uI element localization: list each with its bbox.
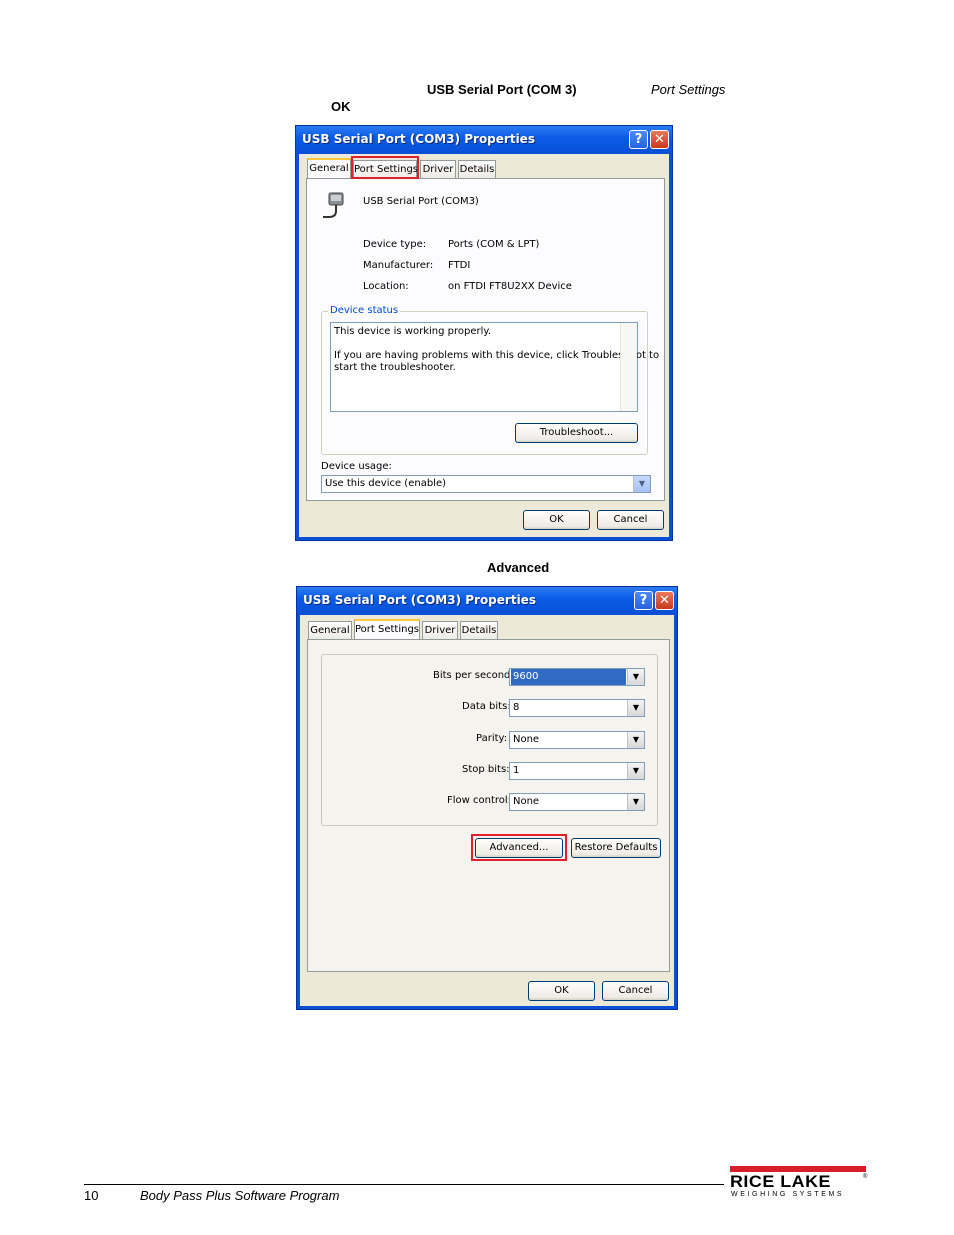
cancel-button[interactable]: Cancel (602, 981, 669, 1001)
manufacturer-label: Manufacturer: (363, 260, 434, 271)
page-number: 10 (84, 1188, 99, 1203)
device-type-label: Device type: (363, 239, 427, 250)
bits-per-second-label: Bits per second: (433, 670, 514, 681)
footer-rule (84, 1184, 724, 1185)
help-icon[interactable]: ? (634, 591, 653, 610)
tab-driver[interactable]: Driver (420, 160, 456, 178)
tab-port-settings[interactable]: Port Settings (354, 619, 420, 639)
tab-panel: Bits per second: 9600 ▼ Data bits: 8 ▼ P… (307, 639, 670, 972)
device-usage-value: Use this device (enable) (325, 478, 447, 489)
chevron-down-icon[interactable]: ▼ (633, 476, 650, 492)
ok-button[interactable]: OK (528, 981, 595, 1001)
status-line-1: This device is working properly. (334, 326, 492, 337)
cancel-button[interactable]: Cancel (597, 510, 664, 530)
chevron-down-icon[interactable]: ▼ (627, 732, 644, 748)
device-usage-select[interactable]: Use this device (enable) ▼ (321, 475, 651, 493)
status-textarea[interactable]: This device is working properly. If you … (330, 322, 659, 412)
status-line-2: If you are having problems with this dev… (334, 350, 660, 361)
usb-port-text: USB Serial Port (COM 3) (427, 82, 577, 97)
stop-bits-value: 1 (513, 765, 520, 776)
manufacturer-value: FTDI (448, 260, 471, 271)
bits-per-second-select[interactable]: 9600 ▼ (509, 668, 645, 686)
location-label: Location: (363, 281, 409, 292)
troubleshoot-button[interactable]: Troubleshoot... (515, 423, 638, 443)
tab-general[interactable]: General (308, 621, 352, 639)
data-bits-select[interactable]: 8 ▼ (509, 699, 645, 717)
bits-per-second-value: 9600 (511, 669, 626, 685)
chevron-down-icon[interactable]: ▼ (627, 763, 644, 779)
dialog-title: USB Serial Port (COM3) Properties (302, 132, 535, 146)
flow-control-value: None (513, 796, 540, 807)
tab-panel: USB Serial Port (COM3) Device type: Port… (306, 178, 665, 501)
close-icon[interactable]: ✕ (650, 130, 669, 149)
tab-details[interactable]: Details (460, 621, 498, 639)
logo-sub-text: WEIGHING SYSTEMS (731, 1191, 845, 1198)
logo-registered-mark: ® (863, 1174, 868, 1180)
chevron-down-icon[interactable]: ▼ (627, 794, 644, 810)
close-icon[interactable]: ✕ (655, 591, 674, 610)
parity-value: None (513, 734, 540, 745)
ok-text: OK (331, 99, 351, 114)
dialog-client: USB Serial Port (COM3) Device type: Port… (299, 154, 669, 537)
tab-general[interactable]: General (307, 158, 351, 178)
dialog-title: USB Serial Port (COM3) Properties (303, 593, 536, 607)
ok-button[interactable]: OK (523, 510, 590, 530)
stop-bits-select[interactable]: 1 ▼ (509, 762, 645, 780)
chevron-down-icon[interactable]: ▼ (627, 700, 644, 716)
properties-dialog-general: USB Serial Port (COM3) Properties ? ✕ US… (295, 125, 673, 541)
restore-defaults-button[interactable]: Restore Defaults (571, 838, 661, 858)
status-line-3: start the troubleshooter. (334, 362, 456, 373)
document-title: Body Pass Plus Software Program (140, 1188, 340, 1203)
tab-details[interactable]: Details (458, 160, 496, 178)
stop-bits-label: Stop bits: (462, 764, 510, 775)
device-status-title: Device status (328, 305, 401, 316)
rice-lake-logo: RICE LAKE ® WEIGHING SYSTEMS (730, 1166, 870, 1200)
device-type-value: Ports (COM & LPT) (448, 239, 540, 250)
location-value: on FTDI FT8U2XX Device (448, 281, 572, 292)
title-bar: USB Serial Port (COM3) Properties ? ✕ (296, 126, 672, 154)
advanced-highlight (471, 834, 567, 861)
advanced-text: Advanced (487, 560, 550, 575)
port-settings-highlight (351, 156, 419, 179)
tab-driver[interactable]: Driver (422, 621, 458, 639)
device-name: USB Serial Port (COM3) (363, 196, 479, 207)
title-bar: USB Serial Port (COM3) Properties ? ✕ (297, 587, 677, 615)
flow-control-label: Flow control: (447, 795, 512, 806)
serial-port-icon (323, 192, 344, 218)
logo-main-text: RICE LAKE (730, 1172, 831, 1191)
help-icon[interactable]: ? (629, 130, 648, 149)
properties-dialog-port-settings: USB Serial Port (COM3) Properties ? ✕ Bi… (296, 586, 678, 1010)
device-usage-label: Device usage: (321, 461, 392, 472)
data-bits-value: 8 (513, 702, 520, 713)
port-settings-text: Port Settings (651, 82, 726, 97)
data-bits-label: Data bits: (462, 701, 511, 712)
parity-select[interactable]: None ▼ (509, 731, 645, 749)
status-scrollbar[interactable] (620, 323, 637, 411)
flow-control-select[interactable]: None ▼ (509, 793, 645, 811)
parity-label: Parity: (476, 733, 508, 744)
dialog-client: Bits per second: 9600 ▼ Data bits: 8 ▼ P… (300, 615, 674, 1006)
chevron-down-icon[interactable]: ▼ (627, 669, 644, 685)
